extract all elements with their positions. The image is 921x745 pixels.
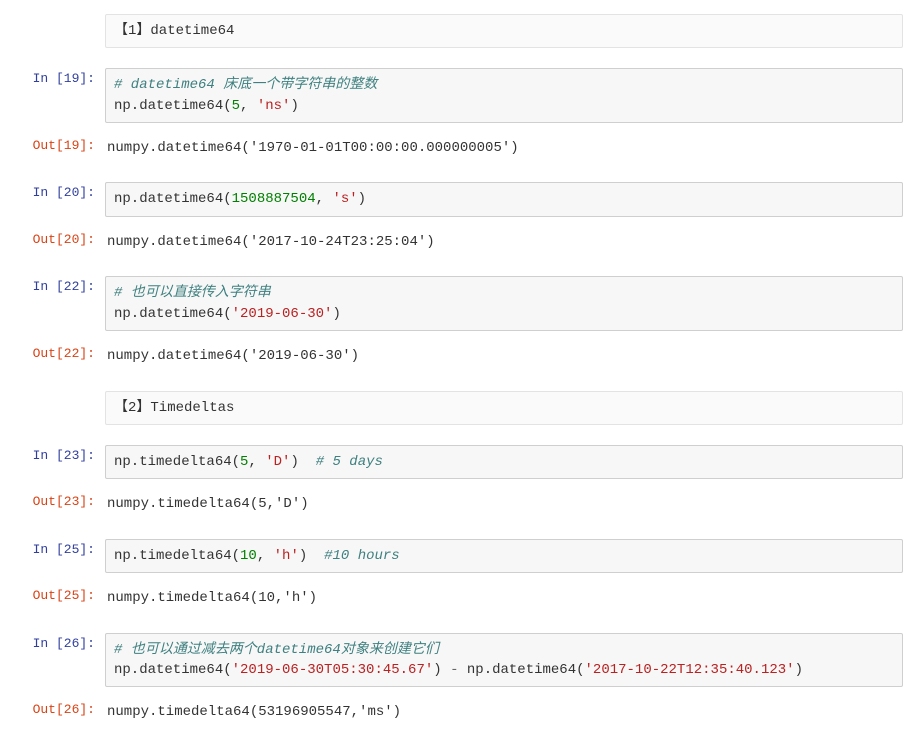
code-output: numpy.datetime64('1970-01-01T00:00:00.00… (105, 135, 903, 163)
cell-spacer (0, 379, 921, 387)
notebook-cell: In [22]:# 也可以直接传入字符串 np.datetime64('2019… (0, 272, 921, 335)
code-output: numpy.timedelta64(10,'h') (105, 585, 903, 613)
notebook-cell: In [26]:# 也可以通过减去两个datetime64对象来创建它们 np.… (0, 629, 921, 692)
code-input[interactable]: np.datetime64(1508887504, 's') (105, 182, 903, 216)
cell-content: 【1】datetime64 (105, 10, 903, 52)
code-text: 【2】Timedeltas (114, 398, 894, 418)
code-text: # 也可以直接传入字符串 np.datetime64('2019-06-30') (114, 283, 894, 324)
cell-content: np.datetime64(1508887504, 's') (105, 178, 903, 220)
code-text: numpy.datetime64('2019-06-30') (107, 347, 903, 367)
code-text: numpy.timedelta64(5,'D') (107, 495, 903, 515)
cell-spacer (0, 527, 921, 535)
code-text: numpy.timedelta64(53196905547,'ms') (107, 703, 903, 723)
input-prompt: In [25]: (0, 535, 105, 577)
notebook-cell: Out[25]:numpy.timedelta64(10,'h') (0, 581, 921, 617)
code-text: np.datetime64(1508887504, 's') (114, 189, 894, 209)
input-prompt: In [26]: (0, 629, 105, 692)
code-input[interactable]: # 也可以直接传入字符串 np.datetime64('2019-06-30') (105, 276, 903, 331)
cell-spacer (0, 264, 921, 272)
notebook-cell: 【2】Timedeltas (0, 387, 921, 429)
code-text: # datetime64 床底一个带字符串的整数 np.datetime64(5… (114, 75, 894, 116)
code-text: numpy.datetime64('2017-10-24T23:25:04') (107, 233, 903, 253)
cell-spacer (0, 433, 921, 441)
notebook-cell: In [19]:# datetime64 床底一个带字符串的整数 np.date… (0, 64, 921, 127)
cell-content: np.timedelta64(5, 'D') # 5 days (105, 441, 903, 483)
output-prompt: Out[23]: (0, 487, 105, 523)
code-output: numpy.datetime64('2017-10-24T23:25:04') (105, 229, 903, 257)
cell-content: # 也可以通过减去两个datetime64对象来创建它们 np.datetime… (105, 629, 903, 692)
output-prompt: Out[22]: (0, 339, 105, 375)
empty-prompt (0, 10, 105, 52)
output-prompt: Out[20]: (0, 225, 105, 261)
cell-spacer (0, 170, 921, 178)
output-prompt: Out[25]: (0, 581, 105, 617)
code-text: # 也可以通过减去两个datetime64对象来创建它们 np.datetime… (114, 640, 894, 681)
cell-content: numpy.datetime64('1970-01-01T00:00:00.00… (105, 131, 903, 167)
code-input[interactable]: # 也可以通过减去两个datetime64对象来创建它们 np.datetime… (105, 633, 903, 688)
cell-content: 【2】Timedeltas (105, 387, 903, 429)
code-input[interactable]: np.timedelta64(10, 'h') #10 hours (105, 539, 903, 573)
notebook-cell: Out[20]:numpy.datetime64('2017-10-24T23:… (0, 225, 921, 261)
cell-content: # 也可以直接传入字符串 np.datetime64('2019-06-30') (105, 272, 903, 335)
code-text: np.timedelta64(5, 'D') # 5 days (114, 452, 894, 472)
input-prompt: In [23]: (0, 441, 105, 483)
cell-content: numpy.timedelta64(10,'h') (105, 581, 903, 617)
notebook-cell: Out[23]:numpy.timedelta64(5,'D') (0, 487, 921, 523)
code-output: numpy.timedelta64(53196905547,'ms') (105, 699, 903, 727)
cell-content: numpy.datetime64('2017-10-24T23:25:04') (105, 225, 903, 261)
notebook-cell: In [23]: np.timedelta64(5, 'D') # 5 days (0, 441, 921, 483)
cell-content: # datetime64 床底一个带字符串的整数 np.datetime64(5… (105, 64, 903, 127)
code-output: numpy.timedelta64(5,'D') (105, 491, 903, 519)
cell-content: numpy.timedelta64(5,'D') (105, 487, 903, 523)
code-text: numpy.timedelta64(10,'h') (107, 589, 903, 609)
notebook-cell: Out[19]:numpy.datetime64('1970-01-01T00:… (0, 131, 921, 167)
notebook-root: 【1】datetime64 In [19]:# datetime64 床底一个带字… (0, 10, 921, 731)
cell-spacer (0, 621, 921, 629)
input-prompt: In [19]: (0, 64, 105, 127)
input-prompt: In [22]: (0, 272, 105, 335)
input-prompt: In [20]: (0, 178, 105, 220)
output-prompt: Out[26]: (0, 695, 105, 731)
code-text: numpy.datetime64('1970-01-01T00:00:00.00… (107, 139, 903, 159)
notebook-cell: In [20]: np.datetime64(1508887504, 's') (0, 178, 921, 220)
notebook-cell: 【1】datetime64 (0, 10, 921, 52)
cell-content: numpy.datetime64('2019-06-30') (105, 339, 903, 375)
output-prompt: Out[19]: (0, 131, 105, 167)
code-text: 【1】datetime64 (114, 21, 894, 41)
notebook-cell: Out[22]:numpy.datetime64('2019-06-30') (0, 339, 921, 375)
markdown-cell[interactable]: 【1】datetime64 (105, 14, 903, 48)
code-input[interactable]: np.timedelta64(5, 'D') # 5 days (105, 445, 903, 479)
code-output: numpy.datetime64('2019-06-30') (105, 343, 903, 371)
cell-content: numpy.timedelta64(53196905547,'ms') (105, 695, 903, 731)
notebook-cell: Out[26]:numpy.timedelta64(53196905547,'m… (0, 695, 921, 731)
cell-spacer (0, 56, 921, 64)
notebook-cell: In [25]: np.timedelta64(10, 'h') #10 hour… (0, 535, 921, 577)
code-input[interactable]: # datetime64 床底一个带字符串的整数 np.datetime64(5… (105, 68, 903, 123)
empty-prompt (0, 387, 105, 429)
code-text: np.timedelta64(10, 'h') #10 hours (114, 546, 894, 566)
cell-content: np.timedelta64(10, 'h') #10 hours (105, 535, 903, 577)
markdown-cell[interactable]: 【2】Timedeltas (105, 391, 903, 425)
